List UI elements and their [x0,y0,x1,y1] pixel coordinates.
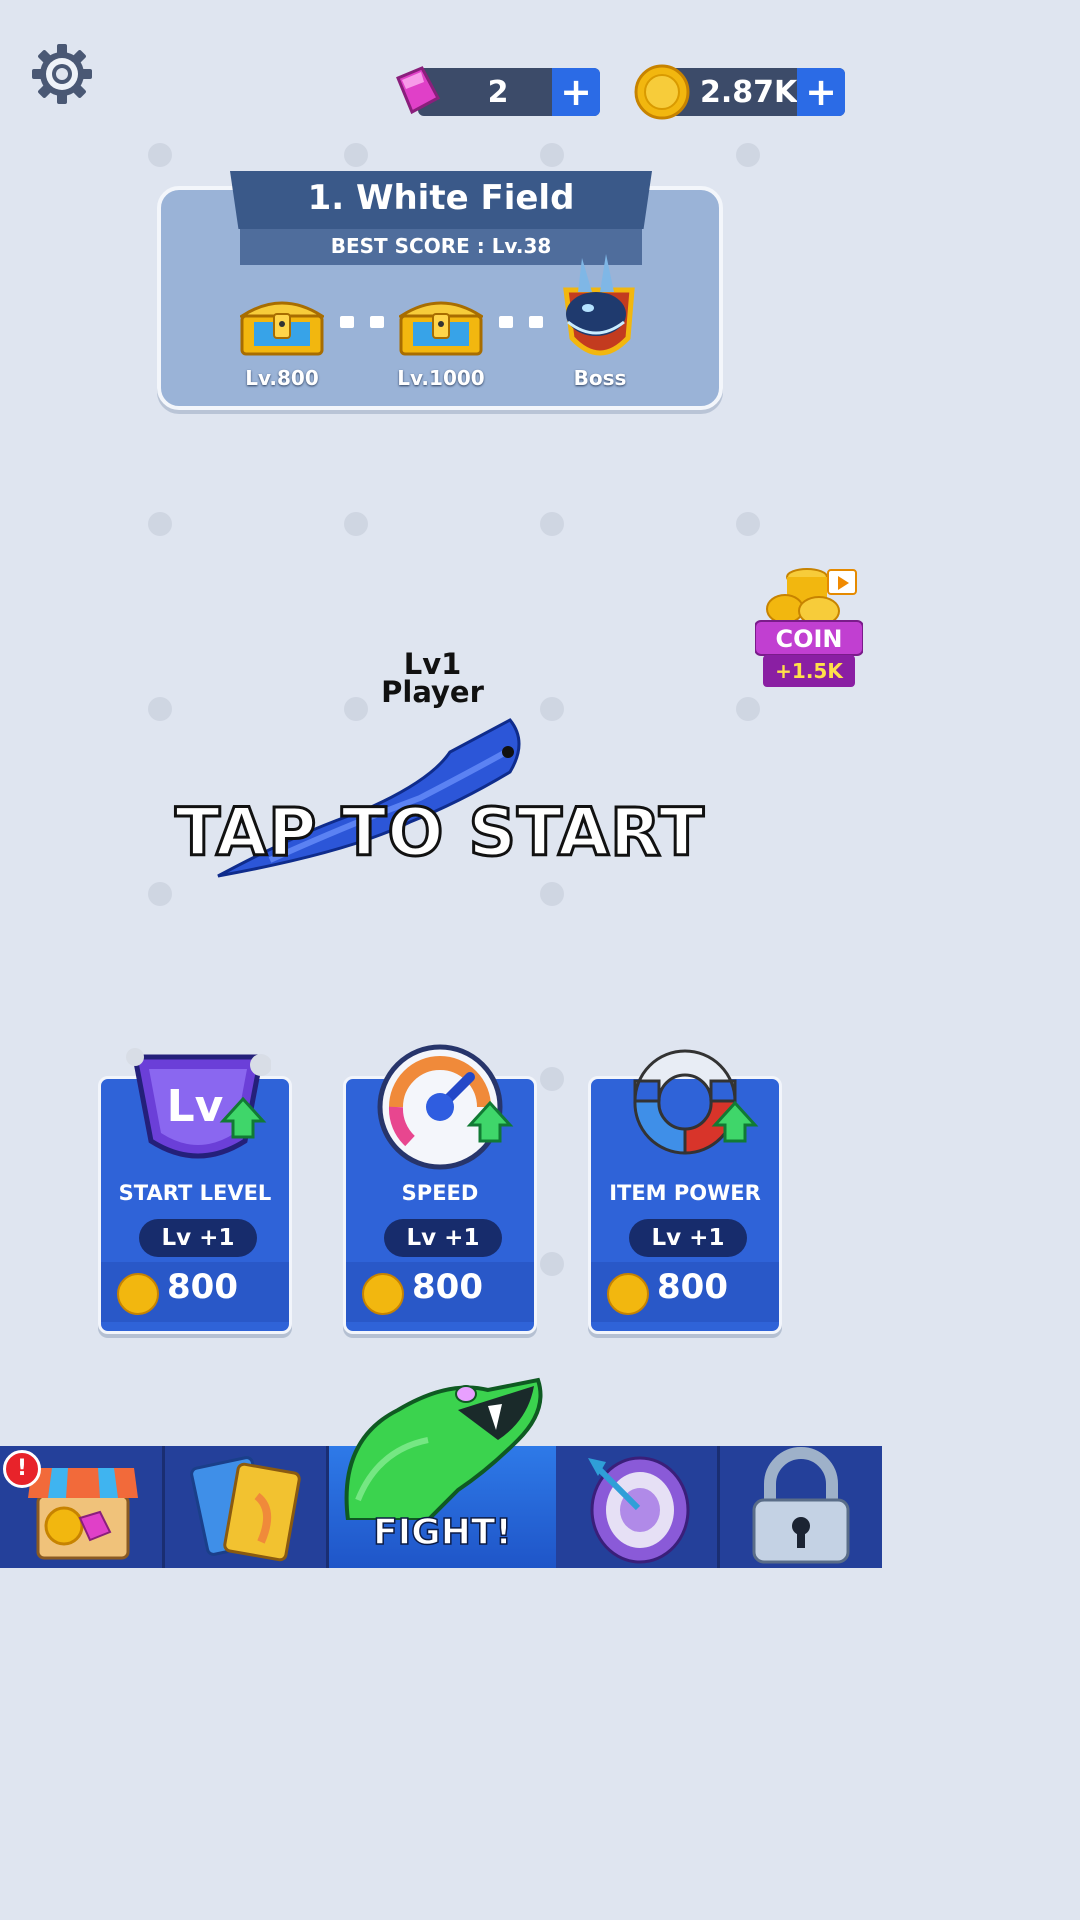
milestone-label: Boss [573,366,627,390]
background-dot [540,1252,564,1276]
player-tag: Lv1 Player [360,647,505,709]
tap-to-start-prompt[interactable]: TAP TO START [160,793,720,873]
coin-offer-label: COIN [775,625,843,653]
milestone-connector [340,316,384,328]
background-dot [148,143,172,167]
lock-icon [752,1447,850,1564]
background-dot [540,512,564,536]
background-dot [148,512,172,536]
coin-icon [362,1273,404,1315]
background-dot [540,882,564,906]
upgrade-level: Lv +1 [629,1219,747,1257]
chest-icon [395,292,487,356]
upgrade-level: Lv +1 [139,1219,257,1257]
background-dot [540,1067,564,1091]
background-dot [344,512,368,536]
chest-icon [236,292,328,356]
gem-count: 2 [487,74,509,110]
upgrade-level: Lv +1 [384,1219,502,1257]
cards-icon [190,1456,301,1562]
add-gems-button[interactable]: + [552,68,600,116]
upgrade-title: SPEED [401,1181,479,1205]
player-level: Lv1 [403,647,462,681]
milestone-connector [499,316,543,328]
nav-target[interactable] [556,1446,720,1568]
background-dot [540,143,564,167]
upgrade-card-start-level[interactable]: Lv START LEVEL Lv +1 800 [98,1048,292,1334]
milestone-label: Lv.1000 [397,366,485,390]
video-ad-icon [827,569,857,595]
background-dot [148,882,172,906]
upgrade-cost: 800 [412,1267,483,1307]
nav-locked[interactable] [720,1446,882,1568]
speedometer-icon [370,1041,516,1171]
upgrade-card-speed[interactable]: SPEED Lv +1 800 [343,1044,537,1334]
coin-offer-button[interactable]: COIN +1.5K [755,565,863,690]
settings-gear-icon[interactable] [30,42,94,106]
coin-icon [117,1273,159,1315]
dragon-boss-icon [548,252,650,370]
nav-cards[interactable] [165,1446,329,1568]
fight-label: FIGHT! [372,1511,512,1554]
upgrade-card-item-power[interactable]: ITEM POWER Lv +1 800 [588,1049,782,1334]
coin-count: 2.87K [700,74,798,110]
background-dot [344,143,368,167]
snake-head-icon [338,1370,548,1522]
add-coins-button[interactable]: + [797,68,845,116]
stage-title: 1. White Field [230,171,652,229]
player-name: Player [381,675,484,709]
background-dot [736,143,760,167]
magnet-icon [615,1041,761,1171]
milestone-label: Lv.800 [245,366,319,390]
notification-badge: ! [3,1450,41,1488]
upgrade-cost: 800 [657,1267,728,1307]
svg-text:Lv: Lv [167,1081,224,1132]
upgrade-title: START LEVEL [118,1181,272,1205]
upgrade-cost: 800 [167,1267,238,1307]
background-dot [736,697,760,721]
upgrade-title: ITEM POWER [609,1181,761,1205]
coin-icon [607,1273,649,1315]
coin-icon [634,64,690,120]
background-dot [540,697,564,721]
background-dot [148,697,172,721]
level-shield-icon: Lv [125,1041,272,1171]
coin-offer-amount: +1.5K [775,659,843,683]
gem-icon [388,62,446,120]
background-dot [736,512,760,536]
target-icon [588,1456,690,1564]
